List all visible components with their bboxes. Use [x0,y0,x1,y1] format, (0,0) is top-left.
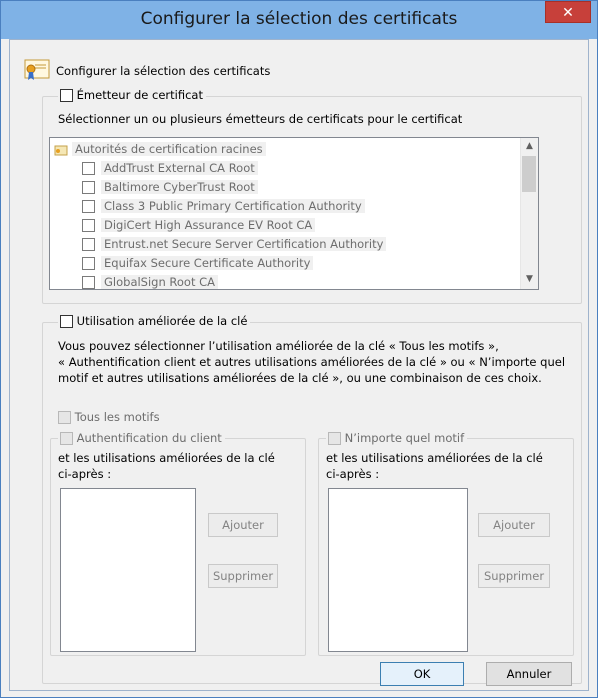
certificate-icon [24,59,50,80]
issuer-checkbox[interactable] [60,89,73,102]
scroll-up-icon[interactable]: ▲ [521,141,538,151]
tree-item[interactable]: Entrust.net Secure Server Certification … [82,237,387,251]
eku-description-line: Vous pouvez sélectionner l’utilisation a… [58,339,499,353]
tree-item-checkbox[interactable] [82,219,95,232]
all-purposes-checkbox[interactable] [58,411,71,424]
issuer-checkbox-label: Émetteur de certificat [76,88,203,102]
all-purposes-label: Tous les motifs [74,410,160,424]
dialog-body: Configurer la sélection des certificats … [9,39,589,691]
any-purpose-checkbox[interactable] [328,432,341,445]
any-purpose-caption: et les utilisations améliorées de la clé… [326,450,543,482]
eku-description-line: motif et autres utilisations améliorées … [58,371,542,385]
close-button[interactable]: ✕ [545,1,591,23]
tree-item-label: DigiCert High Assurance EV Root CA [101,218,316,232]
issuer-description: Sélectionner un ou plusieurs émetteurs d… [58,112,463,126]
tree-item-label: Entrust.net Secure Server Certification … [101,237,387,251]
tree-item[interactable]: Equifax Secure Certificate Authority [82,256,314,270]
tree-item-checkbox[interactable] [82,181,95,194]
tree-item-checkbox[interactable] [82,238,95,251]
eku-checkbox-label: Utilisation améliorée de la clé [76,314,248,328]
tree-item-checkbox[interactable] [82,257,95,270]
tree-item-checkbox[interactable] [82,276,95,289]
issuer-legend[interactable]: Émetteur de certificat [58,88,206,102]
client-auth-caption-line: ci-après : [58,467,112,481]
any-purpose-caption-line: et les utilisations améliorées de la clé [326,451,543,465]
client-auth-caption: et les utilisations améliorées de la clé… [58,450,275,482]
eku-description: Vous pouvez sélectionner l’utilisation a… [58,338,565,386]
tree-root[interactable]: Autorités de certification racines [54,142,266,156]
folder-cert-icon [54,145,68,155]
any-purpose-add-button[interactable]: Ajouter [478,513,550,537]
scroll-down-icon[interactable]: ▼ [521,274,538,284]
tree-item-label: GlobalSign Root CA [101,275,219,289]
tree-item[interactable]: GlobalSign Root CA [82,275,219,289]
tree-item[interactable]: Baltimore CyberTrust Root [82,180,258,194]
ok-button[interactable]: OK [380,662,464,686]
tree-item-label: Equifax Secure Certificate Authority [101,256,314,270]
tree-item-label: Baltimore CyberTrust Root [101,180,258,194]
tree-root-label: Autorités de certification racines [72,142,266,156]
any-purpose-legend[interactable]: N’importe quel motif [326,431,468,445]
any-purpose-listbox[interactable] [328,488,468,652]
header-label: Configurer la sélection des certificats [56,64,271,78]
dialog-window: Configurer la sélection des certificats … [0,0,598,698]
client-auth-listbox[interactable] [60,488,196,652]
tree-item-label: Class 3 Public Primary Certification Aut… [101,199,365,213]
window-title: Configurer la sélection des certificats [140,9,458,29]
issuer-tree[interactable]: Autorités de certification racines AddTr… [49,137,539,290]
title-bar[interactable]: Configurer la sélection des certificats … [1,1,597,39]
client-auth-label: Authentification du client [76,431,222,445]
client-auth-legend[interactable]: Authentification du client [58,431,225,445]
tree-item-label: AddTrust External CA Root [101,161,258,175]
tree-item-checkbox[interactable] [82,162,95,175]
tree-item[interactable]: DigiCert High Assurance EV Root CA [82,218,316,232]
client-auth-remove-button[interactable]: Supprimer [208,564,278,588]
eku-checkbox[interactable] [60,315,73,328]
cancel-button[interactable]: Annuler [486,662,572,686]
scroll-thumb[interactable] [522,156,536,192]
tree-item[interactable]: Class 3 Public Primary Certification Aut… [82,199,365,213]
tree-item-checkbox[interactable] [82,200,95,213]
tree-scrollbar[interactable]: ▲ ▼ [520,138,538,289]
client-auth-caption-line: et les utilisations améliorées de la clé [58,451,275,465]
eku-description-line: « Authentification client et autres util… [58,355,566,369]
eku-legend[interactable]: Utilisation améliorée de la clé [58,314,251,328]
any-purpose-caption-line: ci-après : [326,467,380,481]
client-auth-checkbox[interactable] [60,432,73,445]
any-purpose-label: N’importe quel motif [344,431,465,445]
all-purposes-option[interactable]: Tous les motifs [58,410,160,424]
client-auth-add-button[interactable]: Ajouter [208,513,278,537]
any-purpose-remove-button[interactable]: Supprimer [478,564,550,588]
tree-item[interactable]: AddTrust External CA Root [82,161,258,175]
